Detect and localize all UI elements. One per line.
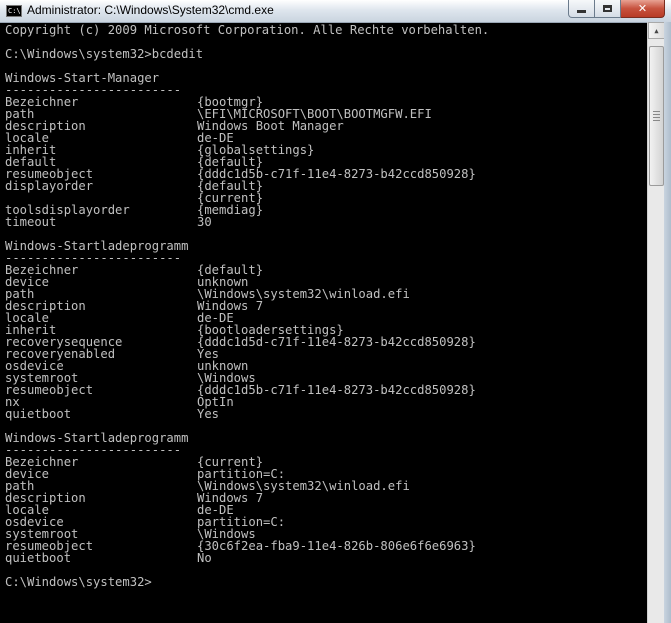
bcd-sections: Windows-Start-Manager -------------------…: [5, 72, 643, 576]
bcd-entry: resumeobject {dddc1d5b-c71f-11e4-8273-b42…: [5, 384, 643, 396]
grip-line: [653, 114, 660, 115]
command-line: C:\Windows\system32>bcdedit: [5, 47, 204, 61]
bcd-entry: resumeobject {dddc1d5b-c71f-11e4-8273-b42…: [5, 168, 643, 180]
bcd-entry: resumeobject {30c6f2ea-fba9-11e4-826b-806…: [5, 540, 643, 552]
bcd-entry: Bezeichner {default}: [5, 264, 643, 276]
bcd-entry: recoveryenabled Yes: [5, 348, 643, 360]
bcd-entry: path \Windows\system32\winload.efi: [5, 288, 643, 300]
bcd-entry: Bezeichner {current}: [5, 456, 643, 468]
grip-line: [653, 111, 660, 112]
title-bar[interactable]: C:\ Administrator: C:\Windows\System32\c…: [0, 0, 671, 23]
bcd-entry: quietboot No: [5, 552, 643, 564]
close-button[interactable]: ✕: [621, 0, 665, 18]
section-underline: ------------------------: [5, 443, 182, 457]
entry-value: 30: [197, 215, 212, 229]
bcd-entry: osdevice unknown: [5, 360, 643, 372]
entry-key: timeout: [5, 215, 57, 229]
close-icon: ✕: [637, 2, 648, 15]
bcd-entry: inherit {globalsettings}: [5, 144, 643, 156]
bcd-entry: locale de-DE: [5, 132, 643, 144]
prompt-line[interactable]: C:\Windows\system32>: [5, 576, 643, 588]
grip-line: [653, 120, 660, 121]
section-underline: ------------------------: [5, 251, 182, 265]
grip-line: [653, 117, 660, 118]
vertical-scrollbar[interactable]: ▲: [647, 22, 665, 623]
bcd-entry: quietboot Yes: [5, 408, 643, 420]
copyright-line: Copyright (c) 2009 Microsoft Corporation…: [5, 24, 490, 37]
entry-value: {30c6f2ea-fba9-11e4-826b-806e6f6e6963}: [197, 539, 476, 553]
entry-value: {dddc1d5b-c71f-11e4-8273-b42ccd850928}: [197, 383, 476, 397]
cmd-icon[interactable]: C:\: [6, 5, 22, 17]
maximize-button[interactable]: [595, 0, 621, 18]
entry-key: quietboot: [5, 551, 72, 565]
entry-key: displayorder: [5, 179, 94, 193]
scroll-up-button[interactable]: ▲: [648, 22, 665, 39]
bcd-entry: osdevice partition=C:: [5, 516, 643, 528]
maximize-icon: [603, 5, 612, 12]
bcd-entry: toolsdisplayorder {memdiag}: [5, 204, 643, 216]
bcd-entry: description Windows Boot Manager: [5, 120, 643, 132]
minimize-icon: [577, 10, 586, 13]
scroll-up-arrow-icon: ▲: [654, 26, 659, 35]
bcd-entry: displayorder {default}: [5, 180, 643, 192]
entry-key: resumeobject: [5, 383, 94, 397]
bcd-entry: path \Windows\system32\winload.efi: [5, 480, 643, 492]
window-frame-right: [664, 22, 671, 623]
bcd-entry: description Windows 7: [5, 300, 643, 312]
console-output[interactable]: Copyright (c) 2009 Microsoft Corporation…: [5, 24, 643, 620]
window-controls: ✕: [568, 0, 665, 18]
bcd-entry: timeout 30: [5, 216, 643, 228]
minimize-button[interactable]: [568, 0, 595, 18]
bcd-entry: description Windows 7: [5, 492, 643, 504]
entry-value: {dddc1d5d-c71f-11e4-8273-b42ccd850928}: [197, 335, 476, 349]
window-title: Administrator: C:\Windows\System32\cmd.e…: [27, 3, 274, 17]
entry-key: quietboot: [5, 407, 72, 421]
entry-value: No: [197, 551, 212, 565]
scrollbar-thumb[interactable]: [649, 46, 664, 186]
bcd-entry: nx OptIn: [5, 396, 643, 408]
entry-value: Yes: [197, 407, 220, 421]
bcd-entry: locale de-DE: [5, 504, 643, 516]
cmd-window: C:\ Administrator: C:\Windows\System32\c…: [0, 0, 671, 623]
section-underline: ------------------------: [5, 83, 182, 97]
